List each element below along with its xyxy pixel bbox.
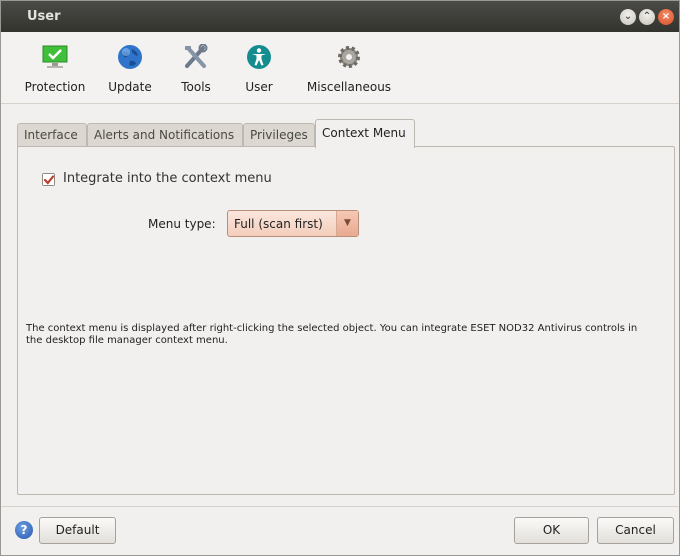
chevron-down-icon[interactable]: ▼ bbox=[336, 211, 358, 236]
menu-type-value: Full (scan first) bbox=[234, 217, 323, 231]
menu-type-label: Menu type: bbox=[148, 217, 216, 231]
maximize-icon[interactable]: ⌃ bbox=[639, 9, 655, 25]
footer-divider bbox=[1, 506, 679, 507]
gear-icon bbox=[338, 46, 360, 68]
help-icon[interactable]: ? bbox=[15, 521, 33, 539]
window-title: User bbox=[27, 9, 61, 24]
toolbar-user[interactable]: User bbox=[237, 32, 281, 104]
integrate-context-menu-label[interactable]: Integrate into the context menu bbox=[63, 171, 272, 186]
tab-privileges[interactable]: Privileges bbox=[243, 123, 315, 147]
toolbar-miscellaneous[interactable]: Miscellaneous bbox=[301, 32, 397, 104]
main-toolbar: Protection Update Tools User Miscellaneo… bbox=[1, 32, 679, 104]
tab-interface[interactable]: Interface bbox=[17, 123, 87, 147]
toolbar-tools-label: Tools bbox=[181, 80, 211, 94]
close-icon[interactable]: × bbox=[658, 9, 674, 25]
integrate-context-menu-checkbox[interactable] bbox=[42, 173, 55, 186]
cancel-button[interactable]: Cancel bbox=[597, 517, 674, 544]
minimize-icon[interactable]: ⌄ bbox=[620, 9, 636, 25]
menu-type-select[interactable]: Full (scan first) ▼ bbox=[227, 210, 359, 237]
context-menu-panel: Integrate into the context menu Menu typ… bbox=[17, 146, 675, 495]
context-menu-description: The context menu is displayed after righ… bbox=[26, 323, 638, 346]
tab-context-menu[interactable]: Context Menu bbox=[315, 119, 415, 148]
toolbar-update-label: Update bbox=[108, 80, 152, 94]
toolbar-update[interactable]: Update bbox=[101, 32, 159, 104]
default-button[interactable]: Default bbox=[39, 517, 116, 544]
monitor-check-icon bbox=[42, 45, 68, 68]
tab-alerts-and-notifications[interactable]: Alerts and Notifications bbox=[87, 123, 243, 147]
toolbar-user-label: User bbox=[245, 80, 273, 94]
user-settings-window: User ⌄ ⌃ × Protection Update Tools User … bbox=[0, 0, 680, 556]
toolbar-tools[interactable]: Tools bbox=[168, 32, 224, 104]
globe-icon bbox=[118, 45, 142, 69]
title-bar[interactable]: User ⌄ ⌃ × bbox=[1, 1, 679, 32]
tools-icon bbox=[185, 44, 208, 68]
toolbar-protection[interactable]: Protection bbox=[15, 32, 95, 104]
ok-button[interactable]: OK bbox=[514, 517, 589, 544]
toolbar-miscellaneous-label: Miscellaneous bbox=[306, 80, 392, 94]
user-accessibility-icon bbox=[247, 45, 271, 69]
check-mark-icon bbox=[43, 174, 55, 185]
toolbar-protection-label: Protection bbox=[24, 80, 86, 94]
